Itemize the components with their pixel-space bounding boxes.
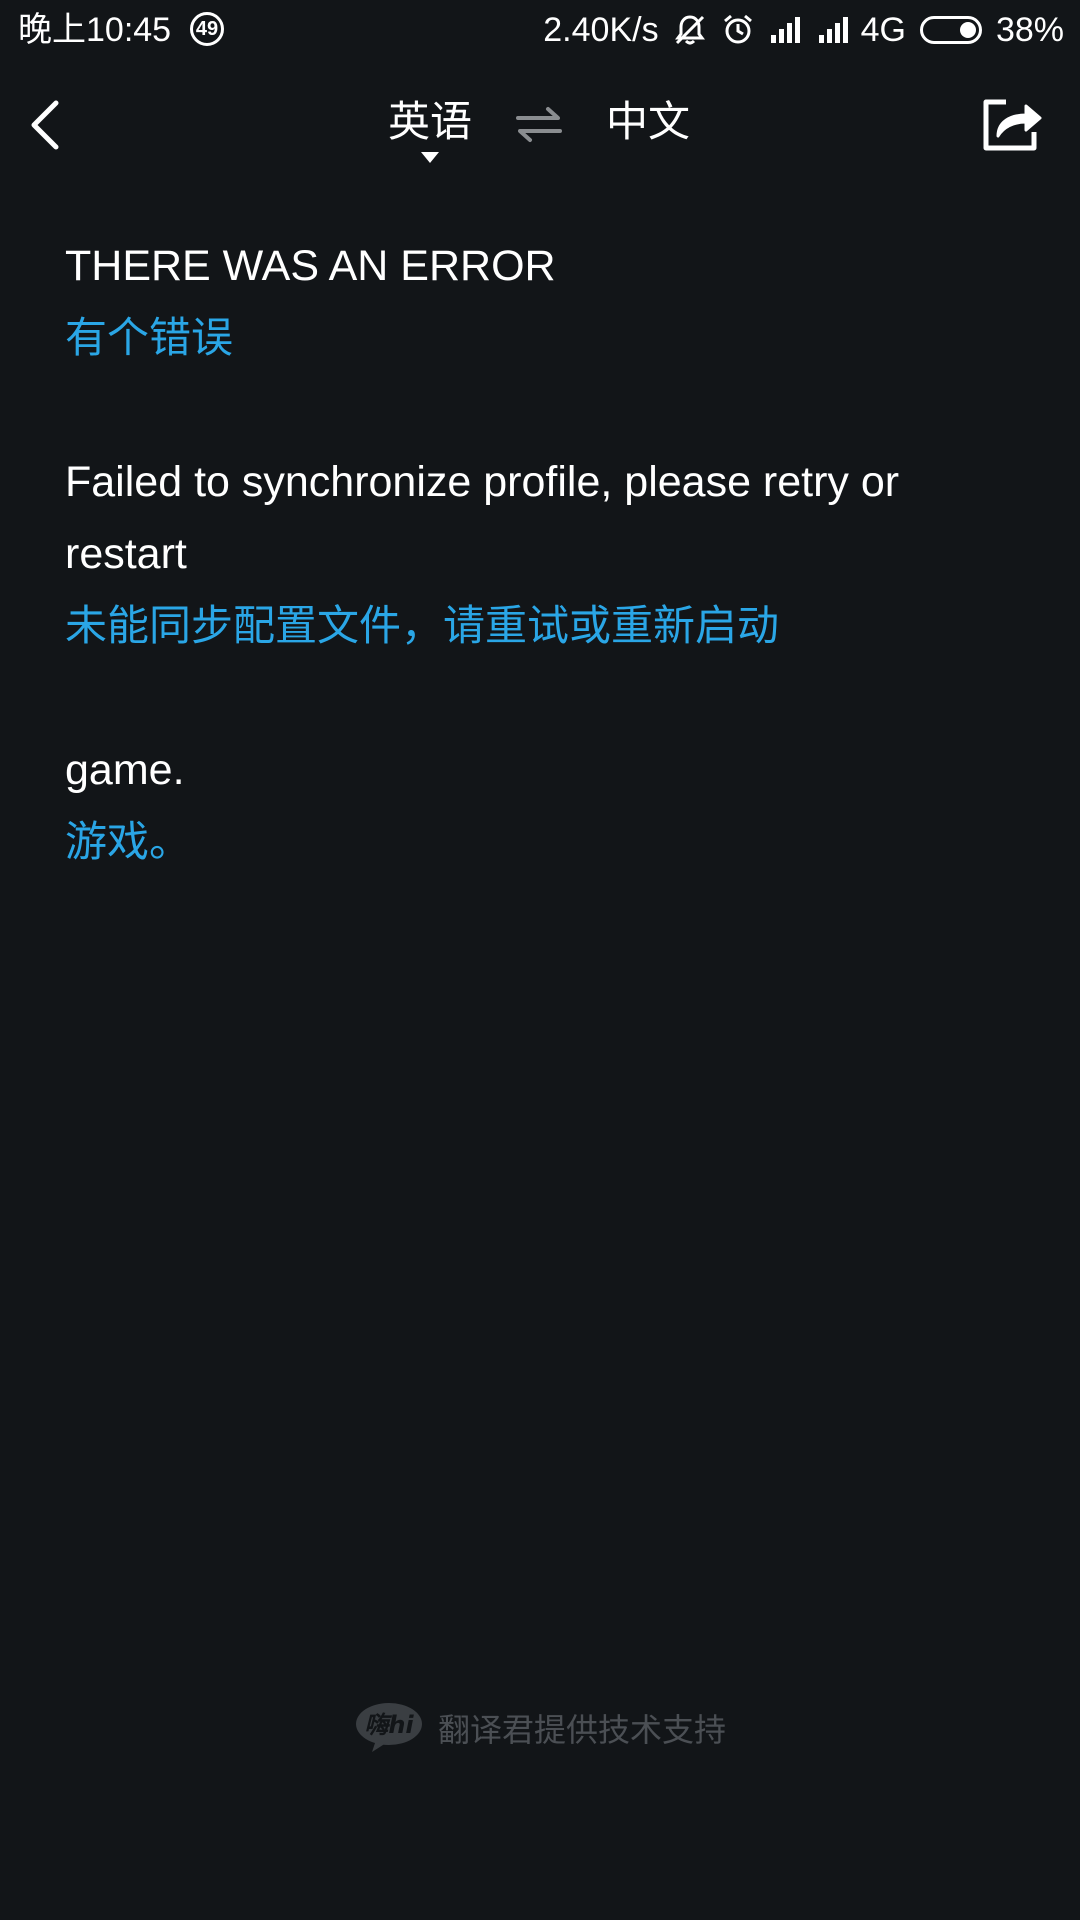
powered-by-footer: 嗨hi 翻译君提供技术支持 xyxy=(0,1700,1080,1756)
translation-pair: THERE WAS AN ERROR 有个错误 xyxy=(65,230,1015,374)
battery-level xyxy=(959,22,976,38)
translated-text[interactable]: 未能同步配置文件，请重试或重新启动 xyxy=(65,590,1015,662)
source-text[interactable]: THERE WAS AN ERROR xyxy=(65,230,1015,302)
translated-text[interactable]: 有个错误 xyxy=(65,302,1015,374)
network-type: 4G xyxy=(860,11,906,49)
mute-bell-icon xyxy=(674,15,705,45)
target-language-selector[interactable]: 中文 xyxy=(598,96,698,148)
notification-count-badge: 49 xyxy=(190,12,224,46)
swap-arrows-icon xyxy=(516,107,562,142)
source-language-selector[interactable]: 英语 xyxy=(380,96,480,163)
share-icon xyxy=(983,99,1042,151)
translation-pair: Failed to synchronize profile, please re… xyxy=(65,446,1015,662)
signal-strength-icon xyxy=(770,17,800,43)
swap-languages-button[interactable] xyxy=(514,104,564,144)
target-language-label: 中文 xyxy=(605,98,690,145)
signal-strength-icon-2 xyxy=(818,17,848,43)
source-language-label: 英语 xyxy=(387,98,472,145)
battery-icon xyxy=(919,16,982,44)
translation-pair: game. 游戏。 xyxy=(65,734,1015,878)
source-text[interactable]: game. xyxy=(65,734,1015,806)
chevron-left-icon xyxy=(31,100,59,150)
share-button[interactable] xyxy=(982,98,1044,152)
translated-text[interactable]: 游戏。 xyxy=(65,806,1015,878)
back-button[interactable] xyxy=(26,98,66,152)
status-time: 晚上10:45 xyxy=(18,11,172,49)
caret-down-icon xyxy=(421,152,439,163)
alarm-icon xyxy=(723,14,752,44)
status-bar: 晚上10:45 49 2.40K/s 4G 38% xyxy=(0,0,1080,62)
battery-percent: 38% xyxy=(995,11,1064,49)
hi-logo-icon: 嗨hi xyxy=(355,1703,422,1752)
translation-results: THERE WAS AN ERROR 有个错误 Failed to synchr… xyxy=(65,230,1015,950)
logo-text: 嗨hi xyxy=(364,1711,414,1739)
source-text[interactable]: Failed to synchronize profile, please re… xyxy=(65,446,1015,590)
status-indicators: 2.40K/s 4G 38% xyxy=(543,10,1064,50)
translation-nav-bar: 英语 中文 xyxy=(0,62,1080,190)
network-speed: 2.40K/s xyxy=(543,11,659,49)
powered-by-text: 翻译君提供技术支持 xyxy=(437,1712,726,1748)
